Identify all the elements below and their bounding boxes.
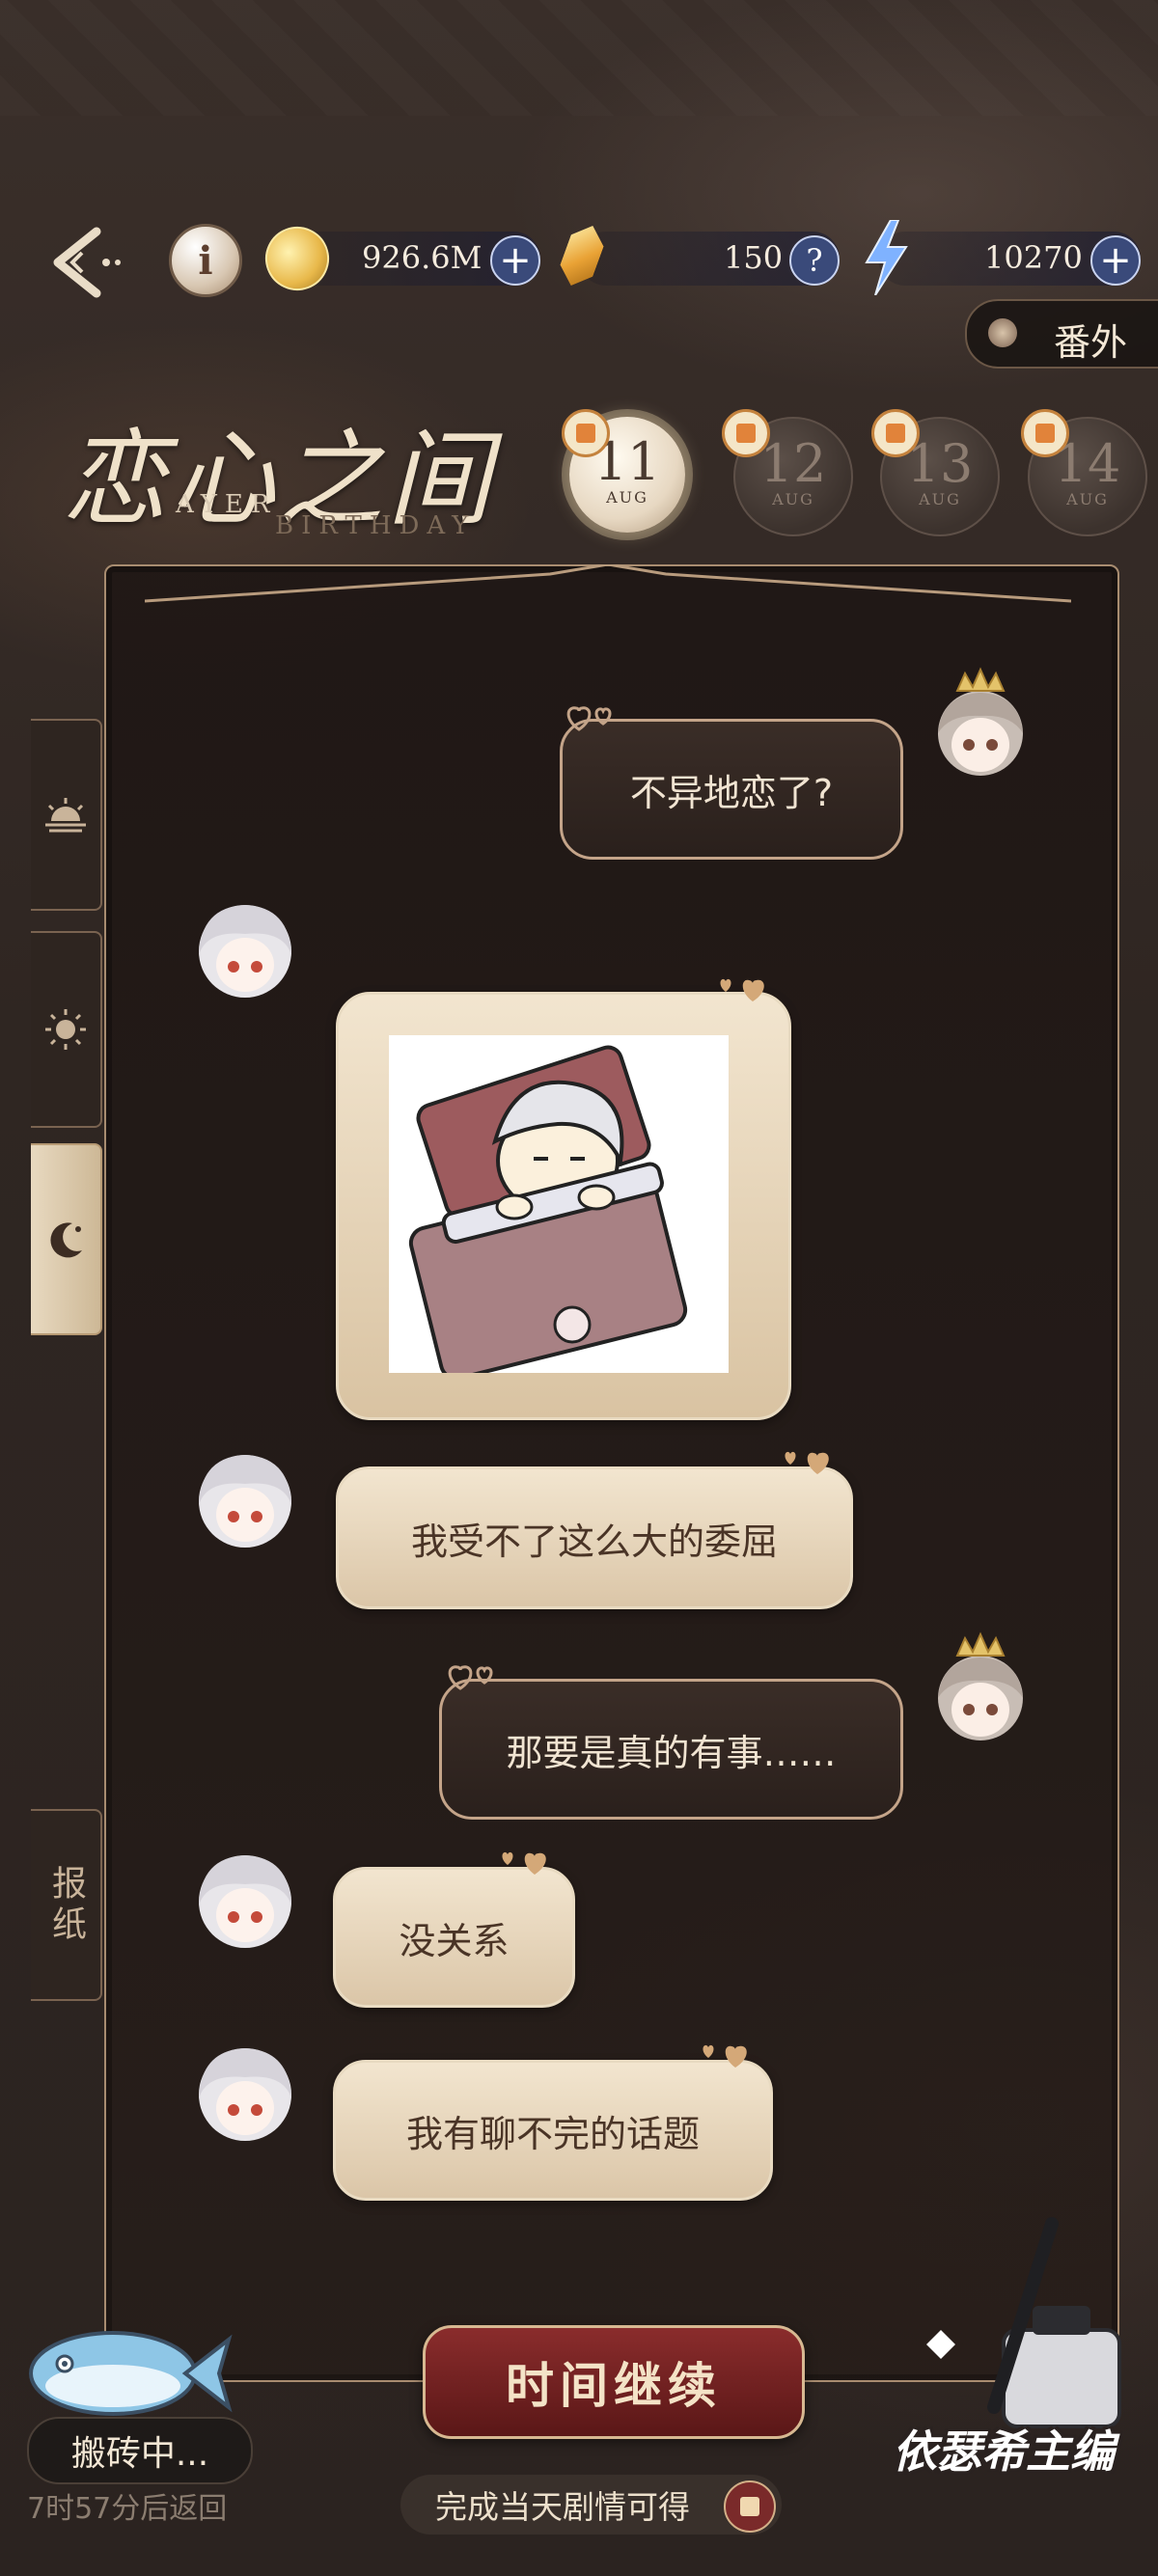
tab-night[interactable] (31, 1143, 102, 1335)
date-month: AUG (919, 490, 961, 508)
hero-avatar (199, 2048, 291, 2141)
energy-value: 10270 (984, 239, 1083, 276)
tab-day[interactable] (31, 931, 102, 1128)
info-icon[interactable]: i (169, 224, 242, 297)
moon-icon (50, 1221, 82, 1257)
hero-avatar (199, 1855, 291, 1948)
date-month: AUG (772, 490, 814, 508)
gift-icon[interactable] (724, 2480, 776, 2533)
add-coins-button[interactable]: + (490, 235, 540, 286)
heroine-avatar (938, 667, 1023, 776)
hero-avatar (199, 905, 291, 998)
add-energy-button[interactable]: + (1090, 235, 1141, 286)
extra-story-label: 番外 (1054, 321, 1128, 364)
extra-story-button[interactable]: 番外 (965, 299, 1158, 369)
energy-counter: 10270 + (878, 232, 1141, 286)
editor-label: 依瑟希主编 (893, 2425, 1115, 2478)
chat-bubble-me: 那要是真的有事…… (439, 1679, 903, 1820)
hearts-icon (502, 1851, 546, 1875)
reward-hint: 完成当天剧情可得 (400, 2475, 782, 2535)
message-text: 我受不了这么大的委屈 (410, 1520, 778, 1563)
ink-pen-icon[interactable] (917, 2214, 1139, 2446)
return-timer: 7时57分后返回 (27, 2492, 228, 2526)
gem-value: 150 (724, 239, 784, 276)
title-subtitle-ayer: AYER (176, 490, 278, 519)
gem-counter: 150 ? (579, 232, 840, 286)
chat-bubble-me: 不异地恋了? (560, 719, 903, 860)
hearts-icon (448, 1665, 493, 1690)
coin-value: 926.6M (362, 239, 482, 276)
chat-bubble-him: 我有聊不完的话题 (333, 2060, 773, 2201)
sleeping-in-bed-sticker (389, 1035, 729, 1373)
working-status-label: 搬砖中... (70, 2434, 209, 2474)
message-text: 不异地恋了? (629, 771, 834, 814)
hearts-icon (703, 2044, 747, 2068)
back-arrow-icon[interactable] (39, 224, 125, 301)
tab-newspaper[interactable]: 报纸 (31, 1809, 102, 2001)
extra-story-icon (988, 318, 1017, 347)
hearts-icon (566, 706, 612, 731)
gift-icon (1021, 409, 1069, 457)
working-status[interactable]: 搬砖中... (27, 2417, 253, 2484)
hearts-icon (720, 978, 764, 1001)
message-text: 那要是真的有事…… (506, 1731, 837, 1774)
continue-label: 时间继续 (506, 2357, 722, 2414)
hero-avatar (199, 1455, 291, 1548)
date-month: AUG (1066, 490, 1109, 508)
chat-bubble-him: 没关系 (333, 1867, 575, 2008)
heroine-avatar (938, 1631, 1023, 1740)
date-month: AUG (606, 488, 648, 507)
newspaper-label: 报纸 (46, 1864, 86, 1946)
continue-time-button[interactable]: 时间继续 (423, 2325, 805, 2439)
sticker-bubble (336, 992, 791, 1420)
tab-sunrise[interactable] (31, 719, 102, 911)
gift-icon (722, 409, 770, 457)
panel-top-ornament (145, 564, 1071, 603)
hearts-icon (785, 1451, 829, 1474)
sunrise-icon (45, 797, 86, 832)
message-text: 没关系 (399, 1919, 510, 1962)
gift-icon (871, 409, 920, 457)
chat-bubble-him: 我受不了这么大的委屈 (336, 1466, 853, 1609)
sun-icon (45, 1009, 86, 1050)
reward-text: 完成当天剧情可得 (435, 2488, 690, 2526)
lightning-icon (865, 220, 908, 295)
title-subtitle-birthday: BIRTHDAY (275, 511, 477, 540)
top-decoration (0, 0, 1158, 116)
gift-icon (562, 409, 610, 457)
gem-help-button[interactable]: ? (789, 235, 840, 286)
message-text: 我有聊不完的话题 (405, 2112, 700, 2155)
